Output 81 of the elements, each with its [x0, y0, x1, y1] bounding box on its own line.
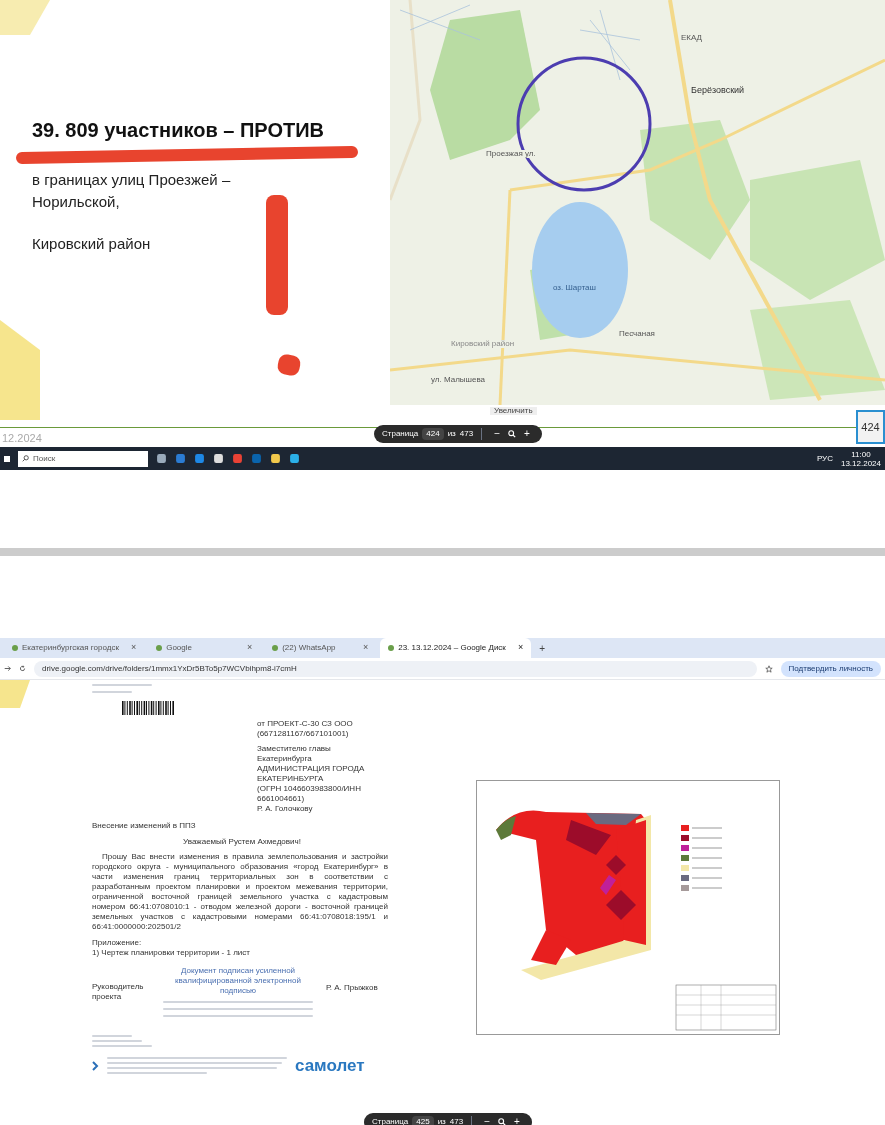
- address-field[interactable]: drive.google.com/drive/folders/1mmx1YxDr5BTo5p7WCVbihpm8-i7cmH: [34, 660, 757, 677]
- barcode-drawing: [122, 701, 174, 715]
- zoom-in-button[interactable]: +: [509, 1117, 524, 1125]
- profile-button[interactable]: Подтвердить личность: [780, 660, 881, 677]
- reload-icon[interactable]: [19, 665, 26, 672]
- marker-stroke: [276, 352, 302, 378]
- letter-greeting: Уважаемый Рустем Ахмедович!: [183, 836, 301, 848]
- letter-recipient-line: АДМИНИСТРАЦИЯ ГОРОДА: [257, 764, 366, 774]
- page-label: Страница: [372, 1116, 409, 1125]
- browser-tab[interactable]: (22) WhatsApp ×: [264, 638, 377, 658]
- map-label: оз. Шарташ: [552, 284, 597, 292]
- attachment-heading: Приложение:: [92, 938, 143, 948]
- taskbar-app-icon[interactable]: [156, 453, 167, 464]
- slide-headline: 39. 809 участников – ПРОТИВ: [32, 118, 325, 143]
- letter-sender-line: от ПРОЕКТ-С-30 СЗ ООО: [257, 719, 354, 729]
- signer-role: Руководитель проекта: [92, 982, 145, 1002]
- tooltip: Увеличить: [490, 407, 537, 415]
- search-icon: [22, 455, 29, 462]
- taskbar-app-icon[interactable]: [289, 453, 300, 464]
- zoom-out-button[interactable]: −: [490, 429, 504, 439]
- page-number-field[interactable]: 425: [412, 1116, 434, 1125]
- page-label: Страница: [382, 428, 419, 440]
- letter-recipient-line: (ОГРН 1046603983800/ИНН: [257, 784, 362, 794]
- letter-subject: Внесение изменений в ППЗ: [92, 820, 197, 832]
- new-tab-button[interactable]: +: [535, 640, 549, 656]
- letter-sender-line: (6671281167/667101001): [257, 729, 350, 739]
- tab-title: (22) WhatsApp: [282, 642, 337, 654]
- slide-text: Кировский район: [32, 234, 152, 254]
- chevron-right-icon[interactable]: [92, 1060, 99, 1071]
- tab-close-button[interactable]: ×: [246, 641, 253, 655]
- letter-recipient-line: 6661004661): [257, 794, 306, 804]
- page-total: 473: [459, 428, 474, 440]
- clock-time: 11:00: [851, 449, 871, 459]
- slide-text: в границах улиц Проезжей – Норильской,: [32, 170, 232, 212]
- map-label: ул. Малышева: [430, 376, 487, 384]
- search-placeholder: Поиск: [33, 452, 56, 465]
- tab-close-button[interactable]: ×: [362, 641, 369, 655]
- tab-favicon-icon: [388, 645, 395, 651]
- slide-date: 12.2024: [2, 433, 42, 444]
- letter-recipient-line: Р. А. Голочкову: [257, 804, 314, 814]
- browser-tab[interactable]: Google ×: [148, 638, 261, 658]
- tab-close-button[interactable]: ×: [130, 641, 137, 655]
- slide-number-badge: 424: [856, 410, 885, 444]
- taskbar-app-icon[interactable]: [270, 453, 281, 464]
- star-icon[interactable]: [764, 664, 773, 673]
- taskbar-app-icon[interactable]: [213, 453, 224, 464]
- browser-tab[interactable]: Екатеринбургская городск ×: [4, 638, 145, 658]
- search-icon[interactable]: [507, 430, 516, 438]
- attachment-item: 1) Чертеж планировки территории - 1 лист: [92, 948, 251, 958]
- tab-title: Google: [166, 642, 193, 654]
- page-total: 473: [449, 1116, 464, 1125]
- language-indicator[interactable]: РУС: [816, 452, 833, 465]
- logo: самолет: [295, 1057, 365, 1074]
- tab-favicon-icon: [272, 645, 279, 651]
- map-label: Берёзовский: [690, 86, 746, 95]
- map-label: ЕКАД: [680, 34, 703, 42]
- letter-paragraph: Прошу Вас внести изменения в правила землепользования и застройки городского округа - муниципального образования «город Екатеринбург» в части изменения границ территориальных зон в соответствии с разработанным проектом планировки и проектом межевания территории, ограниченной восточной границей земельного участка с кадастровым номером 66:41:0708010:1 - отводом железной дороги - восточной границей земельных участков с кадастровыми номерами 66:41:0708018:195/1 и 66:41:0000000:202501/2: [92, 852, 388, 932]
- letter-recipient-line: ЕКАТЕРИНБУРГА: [257, 774, 325, 784]
- tab-favicon-icon: [12, 645, 18, 651]
- map-label: Проезжая ул.: [485, 150, 537, 158]
- letter-recipient-line: Заместителю главы: [257, 744, 332, 754]
- map-label: Песчаная: [618, 330, 656, 338]
- browser-tab[interactable]: 23. 13.12.2024 – Google Диск ×: [380, 638, 532, 658]
- signer-name: Р. А. Прыжков: [326, 982, 378, 994]
- signature-stamp-title: Документ подписан усиленной квалифицированной электронной подписью: [174, 966, 302, 996]
- letter-recipient-line: Екатеринбурга: [257, 754, 313, 764]
- map-label: Кировский район: [450, 340, 516, 348]
- tab-favicon-icon: [156, 645, 163, 651]
- zoom-in-button[interactable]: +: [519, 429, 534, 439]
- zoom-out-button[interactable]: −: [480, 1117, 494, 1125]
- clock-date: 13.12.2024: [840, 458, 881, 468]
- start-icon[interactable]: [4, 455, 10, 462]
- taskbar-search-field[interactable]: Поиск: [18, 450, 148, 467]
- page-number-field[interactable]: 424: [422, 428, 444, 440]
- page-of-label: из: [447, 428, 456, 440]
- search-icon[interactable]: [497, 1118, 506, 1125]
- tab-title: 23. 13.12.2024 – Google Диск: [398, 642, 506, 654]
- forward-arrow-icon[interactable]: [4, 665, 11, 672]
- tab-close-button[interactable]: ×: [517, 641, 524, 655]
- page-of-label: из: [437, 1116, 446, 1125]
- tab-title: Екатеринбургская городск: [22, 642, 119, 654]
